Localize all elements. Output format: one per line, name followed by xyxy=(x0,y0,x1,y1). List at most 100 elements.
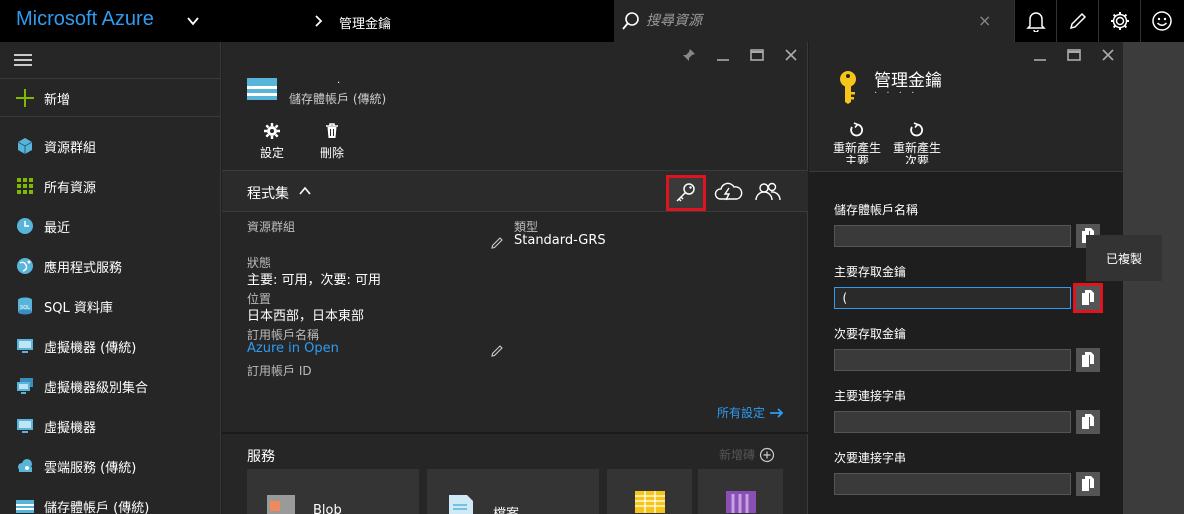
copy-icon xyxy=(1082,290,1094,305)
clear-search-icon[interactable]: × xyxy=(978,11,991,30)
close-icon[interactable] xyxy=(784,48,798,62)
settings-button[interactable] xyxy=(1098,0,1140,42)
nav-item-label: 最近 xyxy=(44,220,71,236)
nav-item-label: 資源群組 xyxy=(44,140,97,156)
search-input[interactable] xyxy=(646,0,996,42)
chevron-up-icon[interactable] xyxy=(299,185,311,197)
users-icon[interactable] xyxy=(753,179,783,205)
nav-item-all-resources[interactable]: 所有資源 xyxy=(0,168,221,204)
nav-divider xyxy=(0,78,221,79)
nav-item-label: 虛擬機器 xyxy=(44,420,97,436)
database-icon: SQL xyxy=(18,297,32,315)
smiley-icon xyxy=(1151,11,1172,31)
refresh-icon xyxy=(850,122,863,137)
subscription-id-label: 訂用帳戶 ID xyxy=(247,364,312,378)
nav-item-cloud-services[interactable]: 雲端服務 (傳統) xyxy=(0,448,221,484)
blob-tile[interactable]: Blob xyxy=(247,469,419,514)
notifications-button[interactable] xyxy=(1014,0,1056,42)
nav-item-recent[interactable]: 最近 xyxy=(0,208,221,244)
nav-item-label: 虛擬機器級別集合 xyxy=(44,380,149,396)
copy-secondary-connection-button[interactable] xyxy=(1076,472,1100,496)
close-icon[interactable] xyxy=(1101,48,1115,62)
maximize-icon[interactable] xyxy=(1067,48,1081,62)
nav-item-virtual-machines[interactable]: 虛擬機器 xyxy=(0,408,221,444)
gear-icon xyxy=(264,123,280,139)
essentials-title[interactable]: 程式集 xyxy=(247,183,289,203)
settings-command[interactable]: 設定 xyxy=(247,122,297,161)
nav-item-label: 儲存體帳戶 (傳統) xyxy=(44,500,150,514)
copied-tooltip: 已複製 xyxy=(1086,235,1162,281)
tile-label: Blob xyxy=(313,503,342,514)
copy-primary-connection-button[interactable] xyxy=(1076,410,1100,434)
blade-header: 管理金鑰 · · · · 重新產生主要 重新產生次要 xyxy=(809,42,1123,170)
minimize-icon[interactable] xyxy=(716,48,730,62)
regenerate-primary-label: 重新產生主要 xyxy=(832,141,881,165)
storage-account-blade: · 儲存體帳戶 (傳統) 設定 刪除 程式集 資源群組 狀態 主要: 可用，次要… xyxy=(222,42,808,514)
pencil-icon[interactable] xyxy=(490,236,504,250)
add-tile-button[interactable]: 新增磚 xyxy=(719,446,775,463)
essentials-bar: 程式集 xyxy=(222,170,808,212)
all-settings-link[interactable]: 所有設定 xyxy=(717,404,785,421)
pin-icon[interactable] xyxy=(682,48,696,62)
command-label: 設定 xyxy=(259,146,284,160)
blade-subtitle: 儲存體帳戶 (傳統) xyxy=(289,92,387,106)
minimize-icon[interactable] xyxy=(1033,48,1047,62)
primary-connection-string-field[interactable] xyxy=(834,411,1071,433)
secondary-connection-string-field[interactable] xyxy=(834,473,1071,495)
cloud-lightning-icon[interactable] xyxy=(713,179,743,205)
clock-icon xyxy=(17,218,33,234)
type-value: Standard-GRS xyxy=(514,233,606,248)
copy-icon xyxy=(1082,414,1094,429)
access-keys-button[interactable] xyxy=(666,175,706,211)
primary-key-label: 主要存取金鑰 xyxy=(834,265,907,279)
gear-icon xyxy=(1110,12,1129,30)
chevron-down-icon[interactable] xyxy=(186,14,200,28)
monitor-stack-icon xyxy=(17,378,33,394)
key-icon xyxy=(840,71,856,104)
copy-secondary-key-button[interactable] xyxy=(1076,348,1100,372)
maximize-icon[interactable] xyxy=(750,48,764,62)
grid-icon xyxy=(17,178,33,194)
subscription-name-link[interactable]: Azure in Open xyxy=(247,341,339,356)
nav-item-app-services[interactable]: 應用程式服務 xyxy=(0,248,221,284)
primary-key-field[interactable] xyxy=(834,287,1071,309)
key-icon xyxy=(676,183,695,202)
regenerate-primary-button[interactable]: 重新產生主要 xyxy=(829,122,885,164)
nav-item-storage-classic[interactable]: 儲存體帳戶 (傳統) xyxy=(0,488,221,514)
svg-text:SQL: SQL xyxy=(20,305,30,311)
storage-icon xyxy=(247,78,277,100)
secondary-key-field[interactable] xyxy=(834,349,1071,371)
secondary-connection-string-label: 次要連接字串 xyxy=(834,451,907,465)
nav-divider xyxy=(0,116,221,117)
feedback-button[interactable] xyxy=(1140,0,1182,42)
secondary-key-label: 次要存取金鑰 xyxy=(834,327,907,341)
breadcrumb[interactable]: 管理金鑰 xyxy=(339,13,391,32)
queue-tile[interactable] xyxy=(698,469,783,514)
nav-item-new[interactable]: 新增 xyxy=(0,80,221,116)
nav-item-resource-groups[interactable]: 資源群組 xyxy=(0,128,221,164)
copy-primary-key-button[interactable] xyxy=(1073,283,1103,313)
nav-item-vm-classic[interactable]: 虛擬機器 (傳統) xyxy=(0,328,221,364)
nav-item-vm-scale-sets[interactable]: 虛擬機器級別集合 xyxy=(0,368,221,404)
files-tile[interactable]: 檔案 xyxy=(427,469,599,514)
copy-icon xyxy=(1082,352,1094,367)
portal-brand[interactable]: Microsoft Azure xyxy=(16,8,154,31)
pencil-icon[interactable] xyxy=(490,344,504,358)
storage-account-name-field[interactable] xyxy=(834,225,1071,247)
plus-icon xyxy=(16,89,34,107)
arrow-right-icon xyxy=(770,407,784,418)
search-box[interactable] xyxy=(614,0,1014,42)
table-tile[interactable] xyxy=(607,469,692,514)
storage-icon xyxy=(16,500,34,513)
nav-item-label: 虛擬機器 (傳統) xyxy=(44,340,137,356)
hamburger-icon[interactable] xyxy=(14,53,32,67)
blob-icon xyxy=(267,495,295,514)
regenerate-secondary-label: 重新產生次要 xyxy=(892,141,941,165)
trash-icon xyxy=(326,123,338,138)
regenerate-secondary-button[interactable]: 重新產生次要 xyxy=(889,122,945,164)
delete-command[interactable]: 刪除 xyxy=(307,122,357,161)
nav-item-label: 應用程式服務 xyxy=(44,260,123,276)
manage-keys-blade: 管理金鑰 · · · · 重新產生主要 重新產生次要 儲存體帳戶名稱 主要存取金… xyxy=(809,42,1123,514)
edit-dashboard-button[interactable] xyxy=(1056,0,1098,42)
nav-item-sql-database[interactable]: SQL SQL 資料庫 xyxy=(0,288,221,324)
